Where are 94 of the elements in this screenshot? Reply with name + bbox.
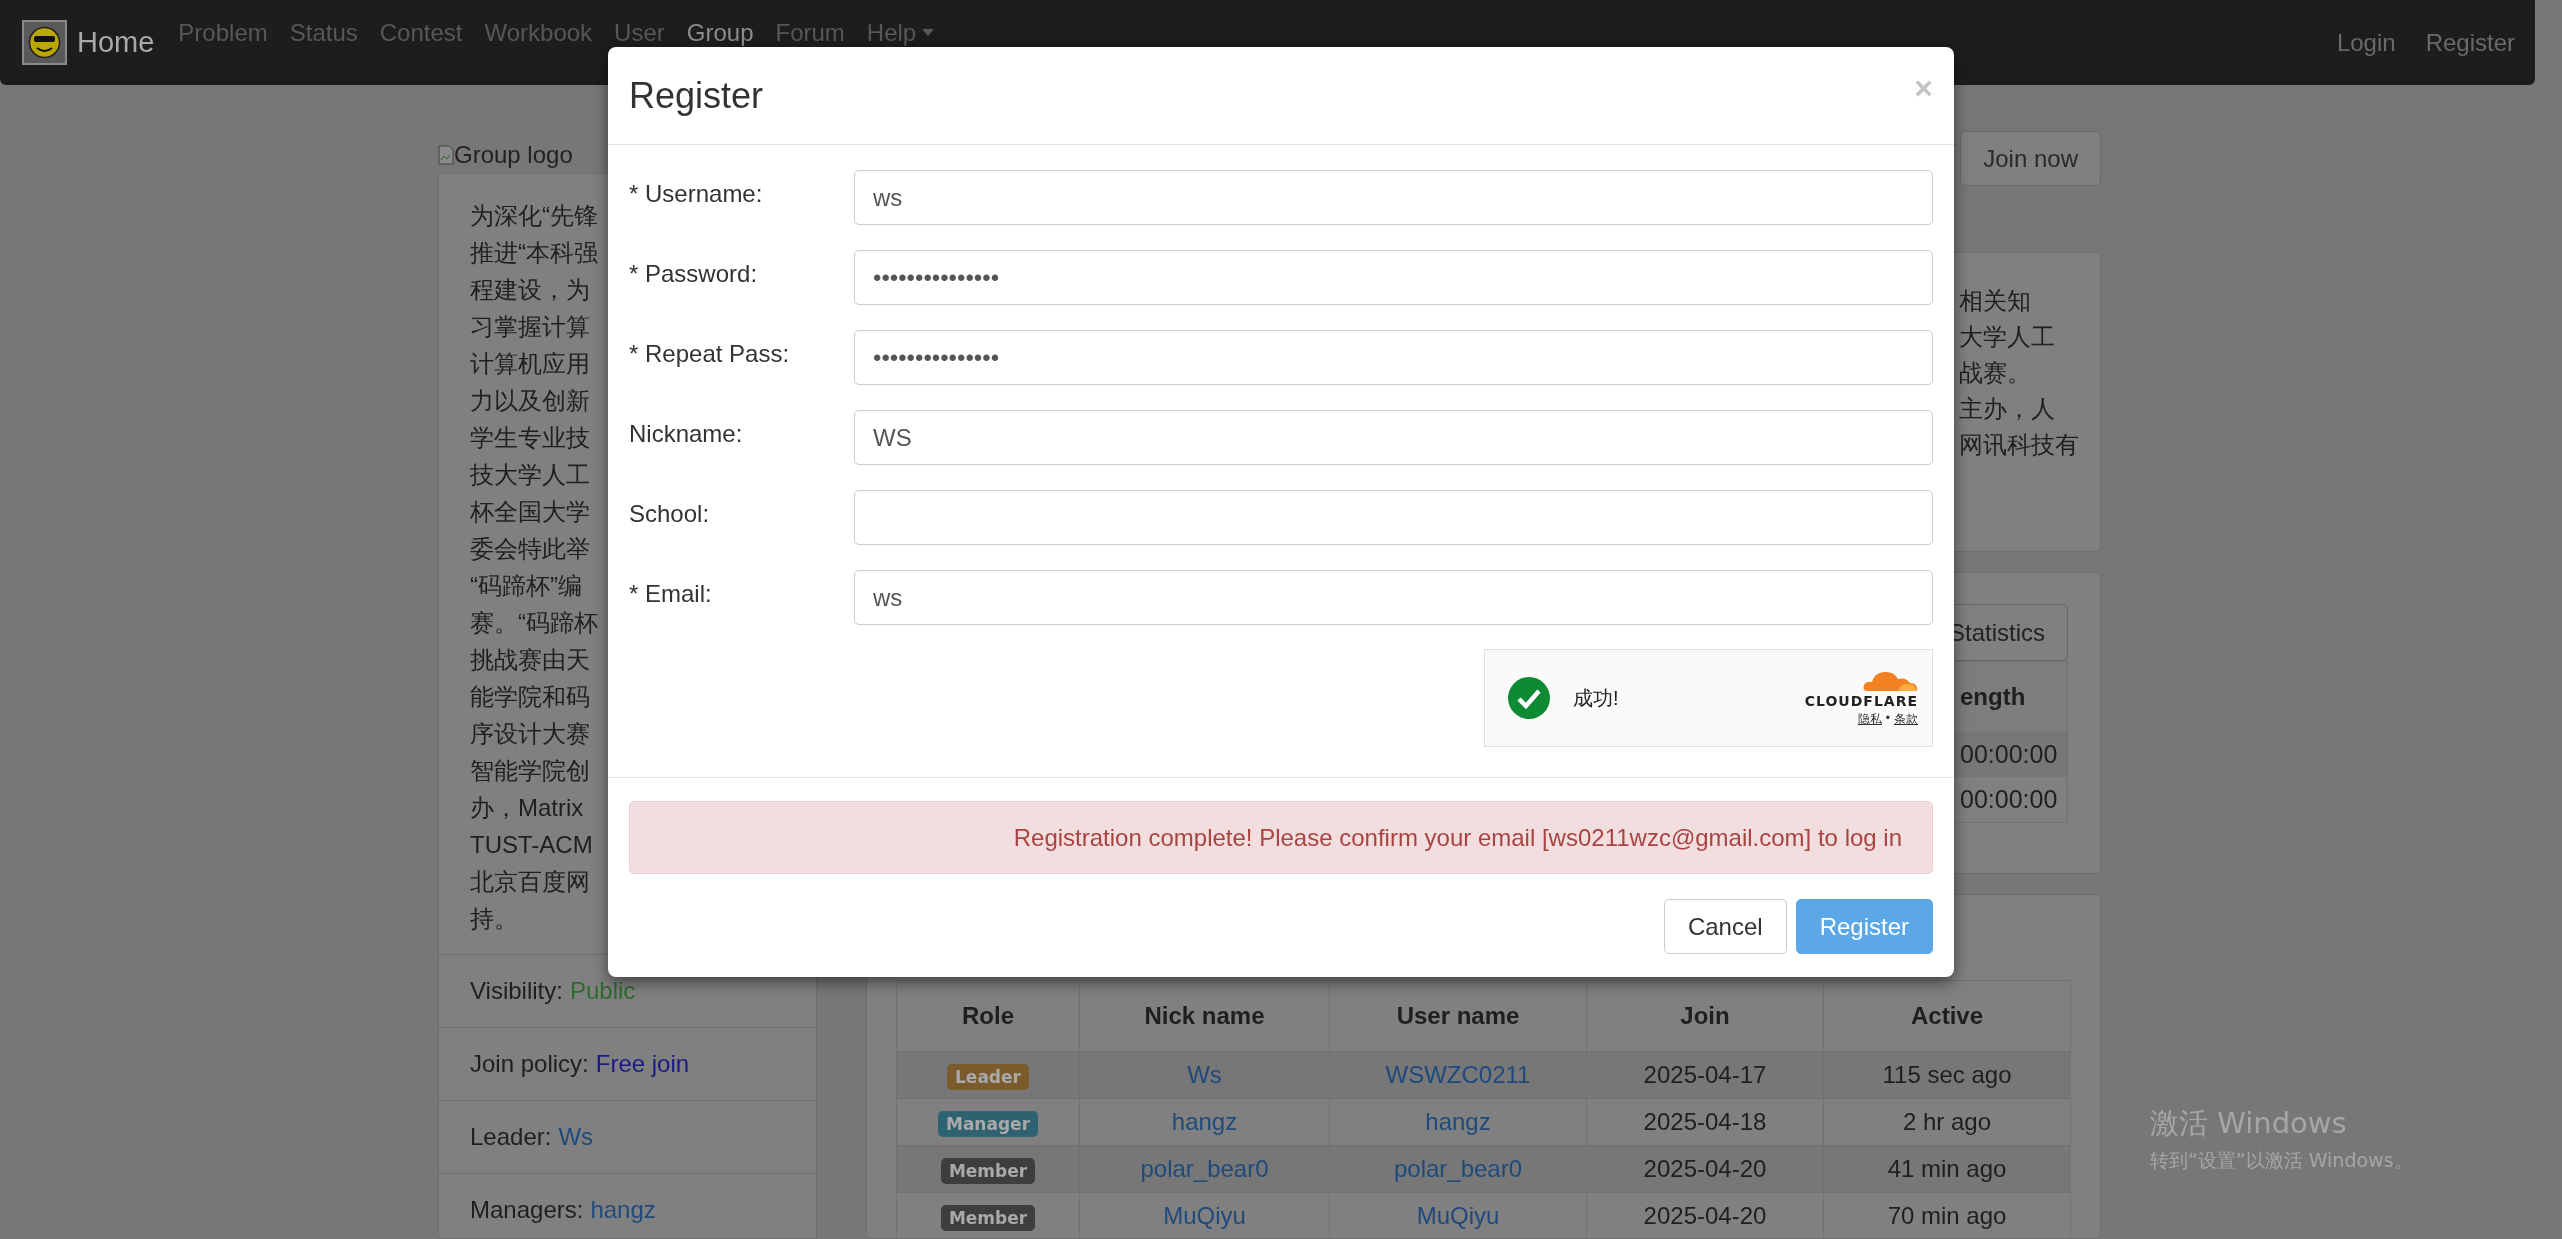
column-header: Nick name bbox=[1079, 980, 1330, 1052]
nav-link[interactable]: Status bbox=[289, 18, 358, 47]
description-text: 杯全国大学 bbox=[470, 497, 590, 527]
home-link[interactable]: Home bbox=[22, 20, 155, 65]
join-button[interactable]: Join now bbox=[1960, 131, 2101, 186]
info-label: Join policy: bbox=[470, 1050, 589, 1078]
column-header: Role bbox=[896, 980, 1080, 1052]
nav-link[interactable]: Login bbox=[2336, 28, 2396, 57]
column-header: User name bbox=[1329, 980, 1587, 1052]
close-button[interactable]: × bbox=[1914, 70, 1933, 107]
nav-link[interactable]: Forum bbox=[775, 18, 845, 47]
nickname-link[interactable]: Ws bbox=[1187, 1061, 1222, 1088]
column-header: ength bbox=[1960, 683, 2026, 711]
separator-text: • bbox=[1885, 710, 1890, 727]
input-field[interactable]: WS bbox=[854, 410, 1933, 465]
captcha-status: 成功! bbox=[1573, 685, 1620, 711]
nav-link[interactable]: User bbox=[614, 18, 665, 47]
nav-link[interactable]: Group bbox=[686, 18, 754, 47]
description-text: 智能学院创 bbox=[470, 756, 590, 786]
description-text: 习掌握计算 bbox=[470, 312, 590, 342]
role-badge: Member bbox=[940, 1204, 1036, 1231]
info-link[interactable]: Ws bbox=[558, 1123, 594, 1151]
description-text: 委会特此举 bbox=[470, 534, 590, 564]
table-cell: 41 min ago bbox=[1823, 1145, 2071, 1193]
description-text: 持。 bbox=[470, 904, 518, 934]
description-text: 办，Matrix bbox=[470, 793, 584, 823]
role-badge: Leader bbox=[947, 1063, 1029, 1090]
smiley-logo-icon bbox=[22, 20, 67, 65]
policy-link[interactable]: 条款 bbox=[1894, 710, 1918, 728]
field-label: * Username: bbox=[629, 179, 764, 208]
description-text: 程建设，为 bbox=[470, 275, 590, 305]
nickname-link[interactable]: hangz bbox=[1171, 1108, 1238, 1135]
table-cell: 00:00:00 bbox=[1960, 740, 2058, 769]
input-field[interactable] bbox=[854, 490, 1933, 545]
success-check-icon bbox=[1507, 676, 1551, 720]
info-label: Leader: bbox=[470, 1123, 552, 1151]
description-text: 推进“本科强 bbox=[470, 238, 598, 268]
nav-link[interactable]: Problem bbox=[178, 18, 268, 47]
field-label: Nickname: bbox=[629, 419, 744, 448]
role-badge: Member bbox=[940, 1157, 1036, 1184]
info-label: Visibility: bbox=[470, 977, 563, 1005]
table-cell: 2025-04-17 bbox=[1586, 1051, 1824, 1099]
policy-link[interactable]: 隐私 bbox=[1857, 710, 1882, 728]
brand-name: CLOUDFLARE bbox=[1804, 692, 1918, 709]
column-header: Active bbox=[1823, 980, 2071, 1052]
description-text: 北京百度网 bbox=[470, 867, 590, 897]
description-text: 技大学人工 bbox=[470, 460, 590, 490]
column-header: Join bbox=[1586, 980, 1824, 1052]
description-text: 学生专业技 bbox=[470, 423, 590, 453]
description-text: TUST-ACM bbox=[470, 830, 593, 860]
nav-link[interactable]: Register bbox=[2425, 28, 2515, 57]
info-link[interactable]: Free join bbox=[595, 1050, 690, 1078]
description-text: “码蹄杯”编 bbox=[470, 571, 582, 601]
cancel-button[interactable]: Cancel bbox=[1663, 899, 1787, 954]
field-label: * Repeat Pass: bbox=[629, 339, 791, 368]
info-value: Public bbox=[569, 977, 636, 1005]
dialog-title: Register bbox=[629, 74, 764, 117]
input-field[interactable]: ws bbox=[854, 170, 1933, 225]
role-badge: Manager bbox=[937, 1110, 1038, 1137]
username-link[interactable]: hangz bbox=[1425, 1108, 1491, 1135]
input-field[interactable]: ••••••••••••••• bbox=[854, 330, 1933, 385]
field-label: School: bbox=[629, 499, 711, 528]
register-button[interactable]: Register bbox=[1795, 899, 1933, 954]
field-label: * Email: bbox=[629, 579, 713, 608]
description-text: 主办，人 bbox=[1959, 394, 2056, 424]
description-text: 计算机应用 bbox=[470, 349, 590, 379]
nav-link[interactable]: Help bbox=[866, 18, 935, 47]
table-cell: 115 sec ago bbox=[1823, 1051, 2071, 1099]
description-text: 力以及创新 bbox=[470, 386, 590, 416]
description-text: 赛。“码蹄杯 bbox=[470, 608, 598, 638]
description-text: 序设计大赛 bbox=[470, 719, 590, 749]
table-cell: 2 hr ago bbox=[1823, 1098, 2071, 1146]
description-text: 网讯科技有 bbox=[1959, 430, 2080, 460]
input-field[interactable]: ws bbox=[854, 570, 1933, 625]
table-cell: 00:00:00 bbox=[1960, 785, 2058, 814]
image-alt-text: Group logo bbox=[454, 141, 573, 169]
broken-image-icon bbox=[438, 145, 454, 165]
table-cell: 2025-04-18 bbox=[1586, 1098, 1824, 1146]
description-text: 相关知 bbox=[1959, 286, 2032, 316]
input-field[interactable]: ••••••••••••••• bbox=[854, 250, 1933, 305]
description-text: 战赛。 bbox=[1959, 358, 2032, 388]
description-text: 为深化“先锋 bbox=[470, 201, 598, 231]
description-text: 能学院和码 bbox=[470, 682, 590, 712]
nickname-link[interactable]: MuQiyu bbox=[1163, 1202, 1246, 1229]
info-label: Managers: bbox=[470, 1196, 584, 1224]
nav-link[interactable]: Workbook bbox=[484, 18, 593, 47]
table-cell: 2025-04-20 bbox=[1586, 1145, 1824, 1193]
description-text: 大学人工 bbox=[1959, 322, 2056, 352]
nav-link[interactable]: Contest bbox=[379, 18, 463, 47]
username-link[interactable]: MuQiyu bbox=[1416, 1202, 1500, 1229]
info-link[interactable]: hangz bbox=[590, 1196, 656, 1224]
field-label: * Password: bbox=[629, 259, 759, 288]
description-text: 挑战赛由天 bbox=[470, 645, 590, 675]
success-alert: Registration complete! Please confirm your email [ws0211wzc@gmail.com] to log in bbox=[629, 801, 1933, 874]
